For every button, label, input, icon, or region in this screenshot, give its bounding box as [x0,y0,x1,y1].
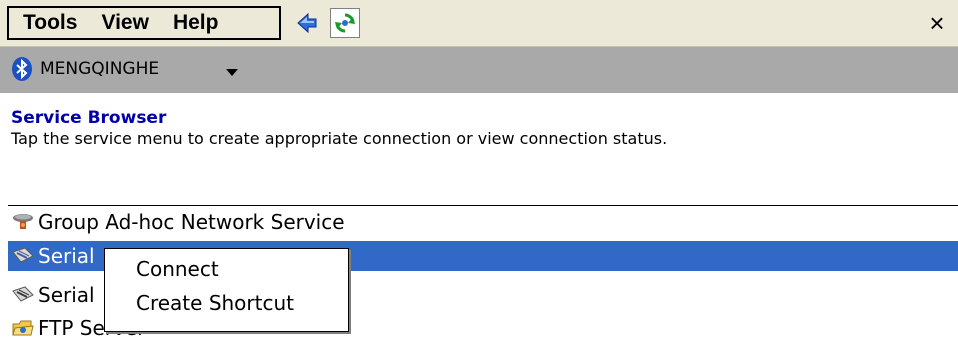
service-label: Serial [38,244,95,268]
page-title: Service Browser [11,108,167,128]
service-label: Group Ad-hoc Network Service [38,210,345,234]
device-name[interactable]: MENGQINGHE [40,59,159,79]
bluetooth-icon [12,57,32,81]
service-label: Serial [38,283,95,307]
serial-port-icon [12,286,34,302]
ftp-folder-icon [12,320,34,336]
divider [8,205,958,206]
menu-tools[interactable]: Tools [9,11,77,35]
menu-bar: Tools View Help × [0,0,958,47]
context-menu: Connect Create Shortcut [104,248,349,332]
close-button[interactable]: × [922,6,952,40]
menu-item-connect[interactable]: Connect [136,257,219,281]
blue-left-arrow-icon [297,12,317,34]
refresh-button[interactable] [330,8,360,38]
chevron-down-icon[interactable] [226,69,238,76]
menu-item-create-shortcut[interactable]: Create Shortcut [136,291,294,315]
device-bar: MENGQINGHE [0,47,958,93]
page-subtitle: Tap the service menu to create appropria… [11,129,668,148]
service-group-adhoc[interactable]: Group Ad-hoc Network Service [8,207,958,237]
menu-view[interactable]: View [77,11,148,35]
back-button[interactable] [292,8,322,38]
green-refresh-icon [335,13,355,33]
menu-group: Tools View Help [7,6,281,40]
network-hub-icon [13,214,33,229]
serial-port-icon [12,247,34,263]
menu-help[interactable]: Help [149,11,219,35]
